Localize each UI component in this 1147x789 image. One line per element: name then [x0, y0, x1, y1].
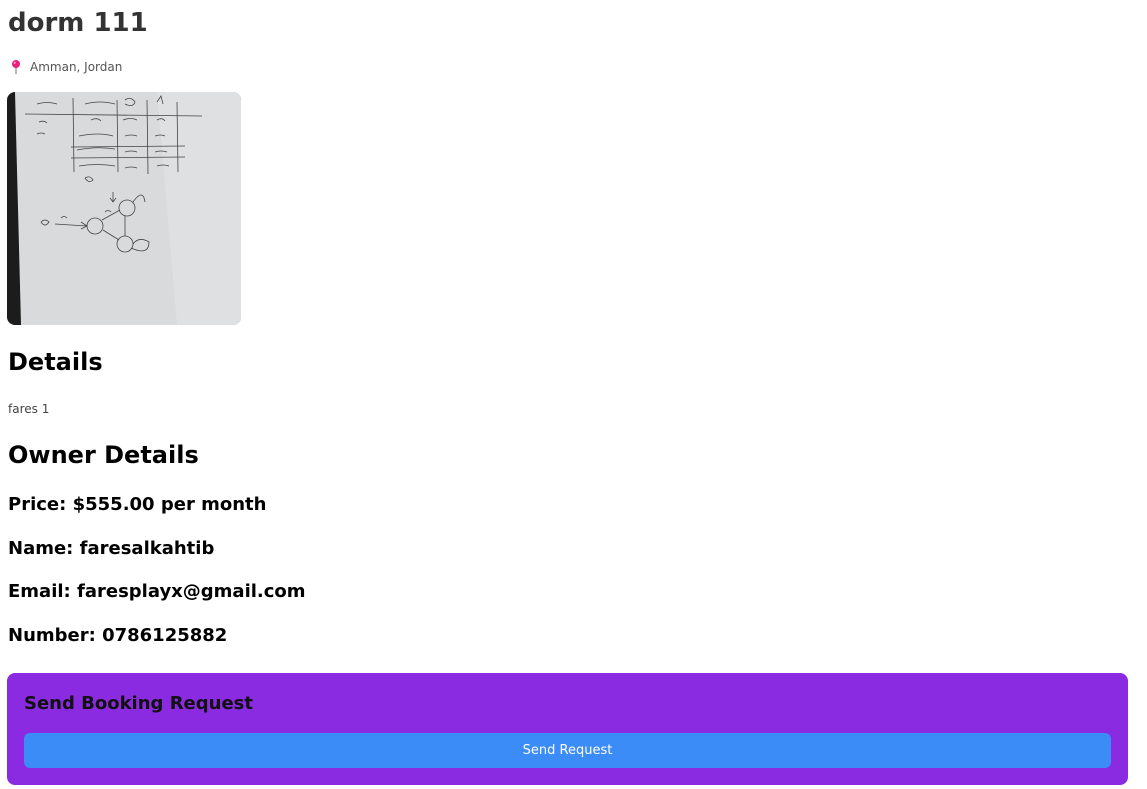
listing-photo[interactable]: [7, 92, 241, 325]
price-value: $555.00 per month: [72, 494, 267, 515]
listing-location: Amman, Jordan: [9, 58, 122, 76]
email-label: Email:: [8, 581, 78, 602]
map-pin-icon: [12, 60, 20, 74]
listing-page: dorm 111 Amman, Jordan Details fares 1 O…: [0, 0, 1147, 789]
owner-email: Email: faresplayx@gmail.com: [8, 579, 306, 605]
owner-details-heading: Owner Details: [8, 441, 199, 469]
listing-title: dorm 111: [8, 8, 148, 38]
owner-price: Price: $555.00 per month: [8, 492, 266, 518]
email-value: faresplayx@gmail.com: [77, 581, 306, 602]
details-text: fares 1: [8, 402, 50, 416]
send-request-button[interactable]: Send Request: [24, 733, 1111, 768]
price-label: Price:: [8, 494, 73, 515]
booking-request-panel: Send Booking Request Send Request: [7, 673, 1128, 785]
number-value: 0786125882: [102, 625, 228, 646]
owner-name: Name: faresalkahtib: [8, 536, 214, 562]
handwritten-notes-image: [7, 92, 241, 325]
location-text: Amman, Jordan: [30, 60, 123, 74]
name-label: Name:: [8, 538, 80, 559]
details-heading: Details: [8, 348, 103, 376]
number-label: Number:: [8, 625, 103, 646]
name-value: faresalkahtib: [79, 538, 215, 559]
owner-number: Number: 0786125882: [8, 623, 227, 649]
booking-heading: Send Booking Request: [24, 693, 253, 714]
